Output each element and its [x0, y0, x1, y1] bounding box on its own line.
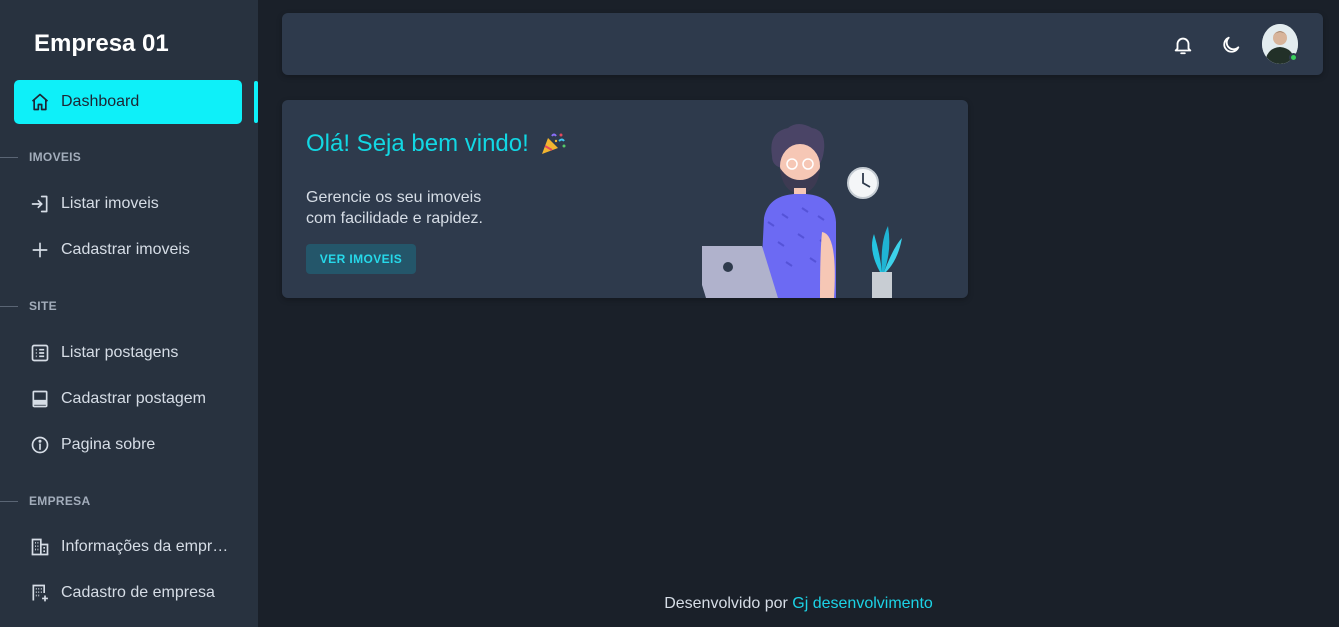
footer: Desenvolvido por Gj desenvolvimento: [258, 595, 1339, 613]
sidebar-item-label: Dashboard: [61, 93, 140, 110]
section-imoveis: IMOVEIS: [0, 150, 81, 164]
list-icon: [30, 343, 50, 363]
online-status-dot: [1289, 53, 1298, 62]
home-icon: [30, 92, 50, 112]
login-icon: [30, 194, 50, 214]
sidebar-item-informacoes-empresa[interactable]: Informações da empresa: [14, 525, 242, 569]
building-add-icon: [30, 583, 50, 603]
sidebar-item-dashboard[interactable]: Dashboard: [14, 80, 242, 124]
footer-link[interactable]: Gj desenvolvimento: [792, 595, 933, 612]
building-icon: [30, 537, 50, 557]
welcome-card: Olá! Seja bem vindo! Gerencie os seu imo…: [282, 100, 968, 298]
party-popper-icon: [540, 132, 566, 161]
bell-icon[interactable]: [1171, 33, 1195, 57]
plus-icon: [30, 240, 50, 260]
sidebar-item-label: Listar postagens: [61, 344, 179, 361]
sidebar-item-cadastrar-postagem[interactable]: Cadastrar postagem: [14, 377, 242, 421]
sidebar-item-label: Cadastro de empresa: [61, 584, 215, 601]
sidebar-item-cadastro-empresa[interactable]: Cadastro de empresa: [14, 571, 242, 615]
sidebar-item-listar-postagens[interactable]: Listar postagens: [14, 331, 242, 375]
top-bar: [282, 13, 1323, 75]
sidebar-item-label: Listar imoveis: [61, 195, 159, 212]
avatar[interactable]: [1262, 24, 1298, 64]
sidebar-item-label: Informações da empresa: [61, 538, 236, 555]
sidebar-item-listar-imoveis[interactable]: Listar imoveis: [14, 182, 242, 226]
sidebar-item-pagina-sobre[interactable]: Pagina sobre: [14, 423, 242, 467]
sidebar: Empresa 01 Dashboard IMOVEIS Listar imov…: [0, 0, 258, 627]
sidebar-item-label: Cadastrar postagem: [61, 390, 206, 407]
active-indicator: [254, 81, 258, 123]
panel-icon: [30, 389, 50, 409]
moon-icon[interactable]: [1219, 33, 1243, 57]
welcome-title: Olá! Seja bem vindo!: [306, 130, 529, 157]
sidebar-item-cadastrar-imoveis[interactable]: Cadastrar imoveis: [14, 228, 242, 272]
sidebar-item-label: Cadastrar imoveis: [61, 241, 190, 258]
brand-title: Empresa 01: [34, 30, 169, 57]
sidebar-item-label: Pagina sobre: [61, 436, 156, 453]
section-site: SITE: [0, 299, 57, 313]
ver-imoveis-button[interactable]: VER IMOVEIS: [306, 244, 416, 274]
section-empresa: EMPRESA: [0, 494, 90, 508]
welcome-description: Gerencie os seu imoveis com facilidade e…: [306, 189, 483, 227]
footer-prefix: Desenvolvido por: [664, 595, 788, 612]
person-laptop-illustration: [702, 124, 902, 298]
info-icon: [30, 435, 50, 455]
